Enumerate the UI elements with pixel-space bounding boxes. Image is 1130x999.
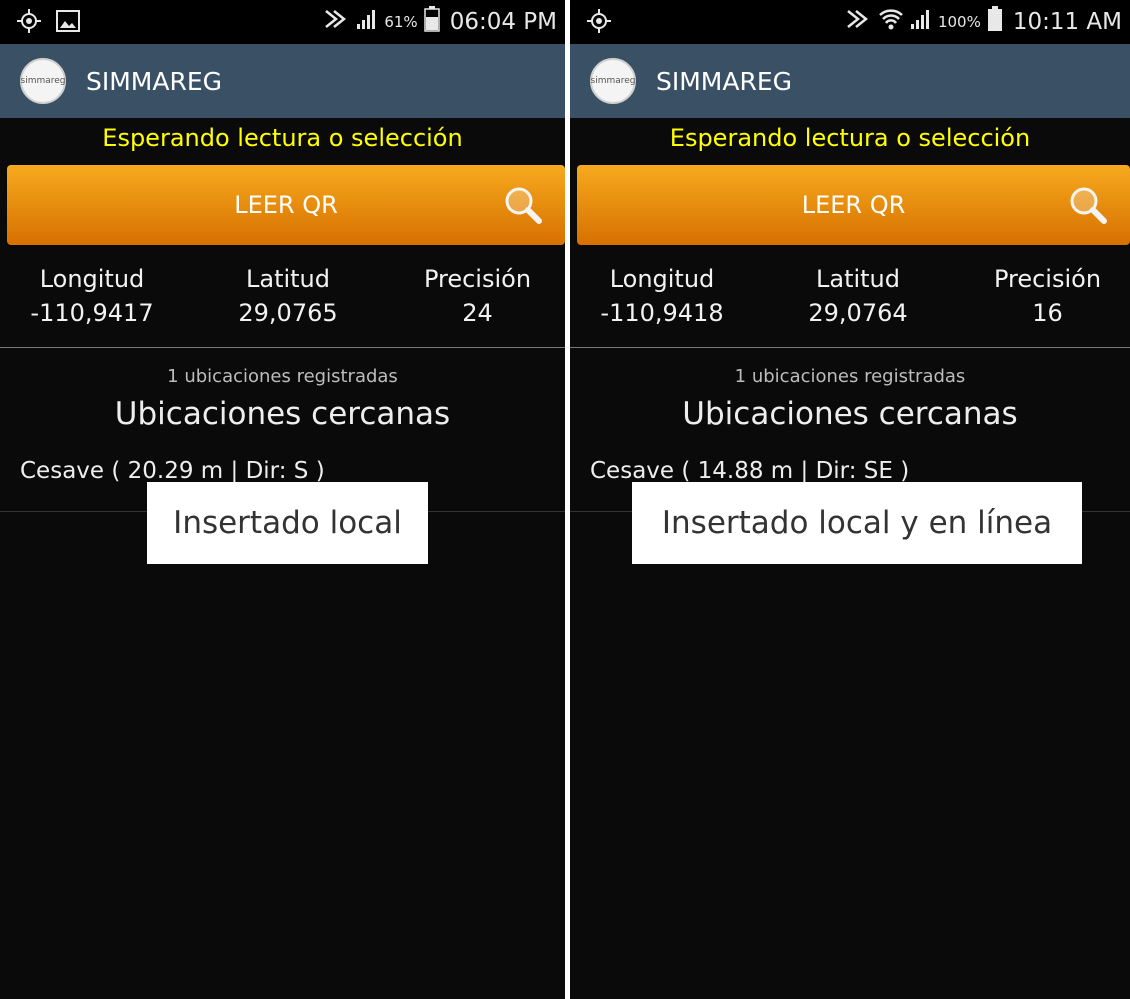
- precision-value: 16: [1032, 299, 1063, 327]
- battery-percent: 61%: [384, 13, 418, 31]
- precision-label: Precisión: [993, 265, 1102, 293]
- status-message: Esperando lectura o selección: [102, 124, 463, 152]
- status-bar: 100% 10:11 AM: [570, 0, 1130, 44]
- battery-icon: [423, 6, 440, 38]
- coordinates-panel: Longitud -110,9417 Latitud 29,0765 Preci…: [0, 262, 565, 342]
- longitude-column: Longitud -110,9418: [582, 262, 742, 330]
- status-bar: 61% 06:04 PM: [0, 0, 565, 44]
- longitude-value: -110,9418: [600, 299, 724, 327]
- longitude-label: Longitud: [39, 265, 145, 293]
- read-qr-label: LEER QR: [801, 191, 906, 219]
- registered-count: 1 ubicaciones registradas: [734, 366, 966, 387]
- nearby-title: Ubicaciones cercanas: [682, 396, 1018, 432]
- signal-icon: [910, 8, 932, 36]
- latitude-label: Latitud: [815, 265, 900, 293]
- precision-column: Precisión 16: [970, 262, 1125, 330]
- mute-icon: [842, 8, 872, 36]
- latitude-value: 29,0764: [808, 299, 908, 327]
- longitude-label: Longitud: [609, 265, 715, 293]
- app-logo: simmareg: [20, 58, 66, 104]
- precision-column: Precisión 24: [400, 262, 555, 330]
- clock: 10:11 AM: [1012, 9, 1122, 35]
- app-bar: simmareg SIMMAREG: [0, 44, 565, 118]
- longitude-value: -110,9417: [30, 299, 154, 327]
- latitude-value: 29,0765: [238, 299, 338, 327]
- app-title: SIMMAREG: [86, 66, 223, 96]
- signal-icon: [356, 8, 378, 36]
- list-item[interactable]: Cesave ( 14.88 m | Dir: SE ): [590, 458, 909, 484]
- clock: 06:04 PM: [449, 9, 557, 35]
- app-logo: simmareg: [590, 58, 636, 104]
- latitude-label: Latitud: [245, 265, 330, 293]
- gps-icon: [586, 8, 612, 38]
- nearby-title: Ubicaciones cercanas: [114, 396, 451, 432]
- search-icon: [1068, 185, 1108, 225]
- divider: [0, 347, 565, 348]
- latitude-column: Latitud 29,0765: [208, 262, 368, 330]
- longitude-column: Longitud -110,9417: [12, 262, 172, 330]
- phone-screen-left: 61% 06:04 PM simmareg SIMMAREG Esperando…: [0, 0, 565, 999]
- search-icon: [503, 185, 543, 225]
- wifi-icon: [878, 7, 904, 37]
- latitude-column: Latitud 29,0764: [778, 262, 938, 330]
- list-item[interactable]: Cesave ( 20.29 m | Dir: S ): [20, 458, 325, 484]
- coordinates-panel: Longitud -110,9418 Latitud 29,0764 Preci…: [570, 262, 1130, 342]
- precision-label: Precisión: [423, 265, 532, 293]
- toast-message: Insertado local: [147, 482, 428, 564]
- toast-message: Insertado local y en línea: [632, 482, 1082, 564]
- read-qr-button[interactable]: LEER QR: [577, 165, 1130, 245]
- status-message: Esperando lectura o selección: [669, 124, 1031, 152]
- app-bar: simmareg SIMMAREG: [570, 44, 1130, 118]
- phone-screen-right: 100% 10:11 AM simmareg SIMMAREG Esperand…: [570, 0, 1130, 999]
- image-icon: [56, 10, 80, 36]
- battery-percent: 100%: [937, 13, 981, 31]
- registered-count: 1 ubicaciones registradas: [167, 366, 398, 387]
- read-qr-label: LEER QR: [234, 191, 338, 219]
- gps-icon: [16, 8, 42, 38]
- precision-value: 24: [462, 299, 493, 327]
- app-title: SIMMAREG: [656, 66, 793, 96]
- read-qr-button[interactable]: LEER QR: [7, 165, 565, 245]
- battery-icon: [987, 6, 1003, 38]
- divider: [570, 347, 1130, 348]
- mute-icon: [320, 8, 350, 36]
